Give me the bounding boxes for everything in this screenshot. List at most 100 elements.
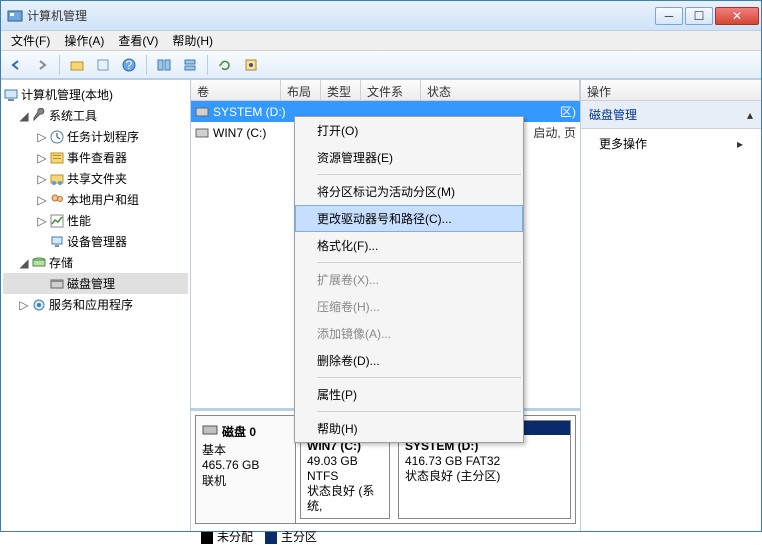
menu-action[interactable]: 操作(A) (58, 30, 110, 51)
services-icon (31, 297, 47, 313)
tree-panel: 计算机管理(本地) ◢ 系统工具 ▷任务计划程序 ▷事件查看器 ▷共享文件夹 ▷… (1, 80, 191, 531)
list-header: 卷 布局 类型 文件系统 状态 (191, 80, 580, 101)
partition-status: 状态良好 (系统, (307, 484, 374, 513)
tool-settings[interactable] (240, 54, 262, 76)
context-menu: 打开(O) 资源管理器(E) 将分区标记为活动分区(M) 更改驱动器号和路径(C… (294, 116, 524, 443)
collapse-icon[interactable]: ◢ (19, 256, 29, 270)
tree-item-users[interactable]: ▷本地用户和组 (3, 189, 188, 210)
cm-format[interactable]: 格式化(F)... (295, 232, 523, 259)
users-icon (49, 192, 65, 208)
toolbar-separator (146, 55, 147, 75)
cm-properties[interactable]: 属性(P) (295, 381, 523, 408)
swatch-black (201, 532, 213, 544)
disk-info: 磁盘 0 基本 465.76 GB 联机 (196, 416, 296, 523)
tree-item-eventviewer[interactable]: ▷事件查看器 (3, 147, 188, 168)
device-icon (49, 234, 65, 250)
partition-body: WIN7 (C:) 49.03 GB NTFS 状态良好 (系统, (301, 435, 389, 518)
disk-type: 基本 (202, 441, 289, 458)
tree-node-system-tools[interactable]: ◢ 系统工具 (3, 105, 188, 126)
collapse-icon[interactable]: ◢ (19, 109, 29, 123)
col-type[interactable]: 类型 (321, 80, 361, 100)
expand-icon[interactable]: ▷ (19, 298, 29, 312)
cm-separator (317, 411, 521, 412)
tree-root[interactable]: 计算机管理(本地) (3, 84, 188, 105)
tree-item-diskmgmt[interactable]: ▷磁盘管理 (3, 273, 188, 294)
list-body: SYSTEM (D:) 区) WIN7 (C:) 启动, 页 打开(O) 资源管… (191, 101, 580, 408)
cm-mirror: 添加镜像(A)... (295, 320, 523, 347)
cm-open[interactable]: 打开(O) (295, 117, 523, 144)
legend: 未分配 主分区 (195, 524, 576, 545)
cm-separator (317, 377, 521, 378)
toolbar-separator (59, 55, 60, 75)
menubar: 文件(F) 操作(A) 查看(V) 帮助(H) (1, 31, 761, 51)
performance-icon (49, 213, 65, 229)
col-status[interactable]: 状态 (421, 80, 580, 100)
menu-view[interactable]: 查看(V) (112, 30, 164, 51)
disk-icon (49, 276, 65, 292)
tool-help[interactable]: ? (118, 54, 140, 76)
actions-header: 操作 (581, 80, 761, 101)
chevron-right-icon: ▸ (737, 137, 743, 151)
tool-view1[interactable] (153, 54, 175, 76)
cm-separator (317, 174, 521, 175)
cm-explorer[interactable]: 资源管理器(E) (295, 144, 523, 171)
actions-panel: 操作 磁盘管理 ▴ 更多操作 ▸ (581, 80, 761, 531)
maximize-button[interactable]: ☐ (685, 7, 713, 25)
tool-view2[interactable] (179, 54, 201, 76)
volume-icon (195, 105, 209, 119)
volume-list: 卷 布局 类型 文件系统 状态 SYSTEM (D:) 区) WIN7 (C:) (191, 80, 580, 411)
window-title: 计算机管理 (27, 7, 87, 24)
chevron-up-icon: ▴ (747, 108, 753, 122)
partition-status: 状态良好 (主分区) (405, 469, 500, 483)
disk-icon (202, 422, 218, 441)
tree-item-devicemgr[interactable]: ▷设备管理器 (3, 231, 188, 252)
expand-icon[interactable]: ▷ (37, 151, 47, 165)
actions-section[interactable]: 磁盘管理 ▴ (581, 101, 761, 129)
tree-item-performance[interactable]: ▷性能 (3, 210, 188, 231)
close-button[interactable]: ✕ (715, 7, 759, 25)
middle-panel: 卷 布局 类型 文件系统 状态 SYSTEM (D:) 区) WIN7 (C:) (191, 80, 581, 531)
tool-refresh[interactable] (214, 54, 236, 76)
col-fs[interactable]: 文件系统 (361, 80, 421, 100)
toolbar: ? (1, 51, 761, 79)
menu-help[interactable]: 帮助(H) (166, 30, 219, 51)
cm-mark-active[interactable]: 将分区标记为活动分区(M) (295, 178, 523, 205)
expand-icon[interactable]: ▷ (37, 172, 47, 186)
col-volume[interactable]: 卷 (191, 80, 281, 100)
partition-size: 49.03 GB NTFS (307, 454, 358, 483)
disk-size: 465.76 GB (202, 458, 289, 472)
cm-help[interactable]: 帮助(H) (295, 415, 523, 442)
partition-size: 416.73 GB FAT32 (405, 454, 500, 468)
cm-extend: 扩展卷(X)... (295, 266, 523, 293)
cm-change-letter[interactable]: 更改驱动器号和路径(C)... (295, 205, 523, 232)
tool-properties[interactable] (92, 54, 114, 76)
tree-node-services[interactable]: ▷ 服务和应用程序 (3, 294, 188, 315)
disk-status: 联机 (202, 472, 289, 489)
expand-icon[interactable]: ▷ (37, 130, 47, 144)
titlebar[interactable]: 计算机管理 ─ ☐ ✕ (1, 1, 761, 31)
back-button[interactable] (5, 54, 27, 76)
expand-icon[interactable]: ▷ (37, 214, 47, 228)
swatch-blue (265, 532, 277, 544)
tool-folder[interactable] (66, 54, 88, 76)
actions-more[interactable]: 更多操作 ▸ (581, 129, 761, 158)
minimize-button[interactable]: ─ (655, 7, 683, 25)
legend-item: 未分配 (201, 528, 253, 545)
col-layout[interactable]: 布局 (281, 80, 321, 100)
tree-item-shared[interactable]: ▷共享文件夹 (3, 168, 188, 189)
cm-shrink: 压缩卷(H)... (295, 293, 523, 320)
storage-icon (31, 255, 47, 271)
toolbar-separator (207, 55, 208, 75)
menu-file[interactable]: 文件(F) (5, 30, 56, 51)
shared-folder-icon (49, 171, 65, 187)
svg-text:?: ? (126, 58, 133, 72)
cm-delete[interactable]: 删除卷(D)... (295, 347, 523, 374)
forward-button[interactable] (31, 54, 53, 76)
tree-node-storage[interactable]: ◢ 存储 (3, 252, 188, 273)
expand-icon[interactable]: ▷ (37, 193, 47, 207)
window-frame: 计算机管理 ─ ☐ ✕ 文件(F) 操作(A) 查看(V) 帮助(H) ? (0, 0, 762, 532)
tree-item-scheduler[interactable]: ▷任务计划程序 (3, 126, 188, 147)
event-icon (49, 150, 65, 166)
volume-icon (195, 126, 209, 140)
legend-item: 主分区 (265, 528, 317, 545)
